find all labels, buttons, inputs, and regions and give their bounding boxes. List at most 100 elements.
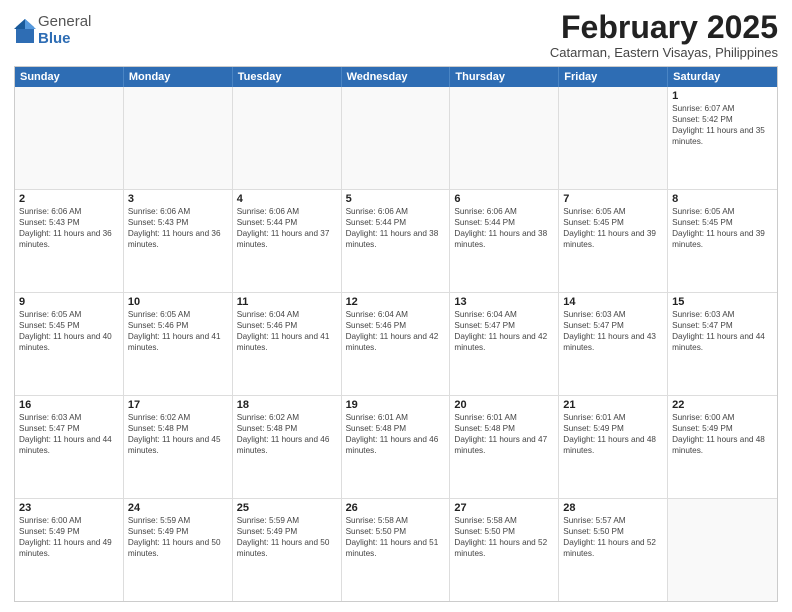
calendar-cell: 12Sunrise: 6:04 AMSunset: 5:46 PMDayligh… bbox=[342, 293, 451, 395]
day-info: Sunrise: 6:03 AMSunset: 5:47 PMDaylight:… bbox=[563, 309, 663, 353]
calendar-cell: 11Sunrise: 6:04 AMSunset: 5:46 PMDayligh… bbox=[233, 293, 342, 395]
day-number: 8 bbox=[672, 193, 773, 205]
day-info: Sunrise: 6:05 AMSunset: 5:45 PMDaylight:… bbox=[19, 309, 119, 353]
day-number: 3 bbox=[128, 193, 228, 205]
day-info: Sunrise: 6:02 AMSunset: 5:48 PMDaylight:… bbox=[237, 412, 337, 456]
calendar-cell: 13Sunrise: 6:04 AMSunset: 5:47 PMDayligh… bbox=[450, 293, 559, 395]
day-number: 17 bbox=[128, 399, 228, 411]
day-number: 20 bbox=[454, 399, 554, 411]
day-info: Sunrise: 6:06 AMSunset: 5:44 PMDaylight:… bbox=[346, 206, 446, 250]
calendar-cell bbox=[15, 87, 124, 189]
calendar-cell bbox=[668, 499, 777, 601]
day-info: Sunrise: 6:05 AMSunset: 5:45 PMDaylight:… bbox=[563, 206, 663, 250]
day-number: 16 bbox=[19, 399, 119, 411]
day-number: 23 bbox=[19, 502, 119, 514]
month-title: February 2025 bbox=[550, 10, 778, 45]
day-number: 24 bbox=[128, 502, 228, 514]
header-day-tuesday: Tuesday bbox=[233, 67, 342, 87]
day-number: 7 bbox=[563, 193, 663, 205]
calendar-cell bbox=[342, 87, 451, 189]
day-info: Sunrise: 5:58 AMSunset: 5:50 PMDaylight:… bbox=[454, 515, 554, 559]
calendar-week-3: 9Sunrise: 6:05 AMSunset: 5:45 PMDaylight… bbox=[15, 292, 777, 395]
calendar-week-5: 23Sunrise: 6:00 AMSunset: 5:49 PMDayligh… bbox=[15, 498, 777, 601]
page: General Blue February 2025 Catarman, Eas… bbox=[0, 0, 792, 612]
day-info: Sunrise: 6:06 AMSunset: 5:43 PMDaylight:… bbox=[19, 206, 119, 250]
day-info: Sunrise: 5:58 AMSunset: 5:50 PMDaylight:… bbox=[346, 515, 446, 559]
calendar-cell: 6Sunrise: 6:06 AMSunset: 5:44 PMDaylight… bbox=[450, 190, 559, 292]
day-number: 6 bbox=[454, 193, 554, 205]
calendar-cell: 21Sunrise: 6:01 AMSunset: 5:49 PMDayligh… bbox=[559, 396, 668, 498]
day-number: 13 bbox=[454, 296, 554, 308]
calendar-cell: 26Sunrise: 5:58 AMSunset: 5:50 PMDayligh… bbox=[342, 499, 451, 601]
day-number: 15 bbox=[672, 296, 773, 308]
calendar-cell: 19Sunrise: 6:01 AMSunset: 5:48 PMDayligh… bbox=[342, 396, 451, 498]
day-number: 12 bbox=[346, 296, 446, 308]
logo-text: General Blue bbox=[38, 14, 91, 47]
day-info: Sunrise: 6:03 AMSunset: 5:47 PMDaylight:… bbox=[672, 309, 773, 353]
calendar: SundayMondayTuesdayWednesdayThursdayFrid… bbox=[14, 66, 778, 602]
day-info: Sunrise: 6:01 AMSunset: 5:49 PMDaylight:… bbox=[563, 412, 663, 456]
day-info: Sunrise: 5:59 AMSunset: 5:49 PMDaylight:… bbox=[128, 515, 228, 559]
day-number: 4 bbox=[237, 193, 337, 205]
logo-blue-text: Blue bbox=[38, 31, 91, 48]
day-info: Sunrise: 6:01 AMSunset: 5:48 PMDaylight:… bbox=[454, 412, 554, 456]
calendar-body: 1Sunrise: 6:07 AMSunset: 5:42 PMDaylight… bbox=[15, 87, 777, 601]
logo: General Blue bbox=[14, 14, 91, 47]
day-number: 10 bbox=[128, 296, 228, 308]
calendar-cell: 15Sunrise: 6:03 AMSunset: 5:47 PMDayligh… bbox=[668, 293, 777, 395]
day-number: 25 bbox=[237, 502, 337, 514]
day-info: Sunrise: 6:04 AMSunset: 5:46 PMDaylight:… bbox=[237, 309, 337, 353]
header-day-wednesday: Wednesday bbox=[342, 67, 451, 87]
calendar-cell: 7Sunrise: 6:05 AMSunset: 5:45 PMDaylight… bbox=[559, 190, 668, 292]
calendar-cell bbox=[559, 87, 668, 189]
header-day-saturday: Saturday bbox=[668, 67, 777, 87]
calendar-cell bbox=[233, 87, 342, 189]
calendar-week-2: 2Sunrise: 6:06 AMSunset: 5:43 PMDaylight… bbox=[15, 189, 777, 292]
day-info: Sunrise: 6:05 AMSunset: 5:45 PMDaylight:… bbox=[672, 206, 773, 250]
calendar-cell: 1Sunrise: 6:07 AMSunset: 5:42 PMDaylight… bbox=[668, 87, 777, 189]
calendar-header: SundayMondayTuesdayWednesdayThursdayFrid… bbox=[15, 67, 777, 87]
calendar-week-4: 16Sunrise: 6:03 AMSunset: 5:47 PMDayligh… bbox=[15, 395, 777, 498]
day-info: Sunrise: 6:06 AMSunset: 5:43 PMDaylight:… bbox=[128, 206, 228, 250]
calendar-cell: 24Sunrise: 5:59 AMSunset: 5:49 PMDayligh… bbox=[124, 499, 233, 601]
day-number: 1 bbox=[672, 90, 773, 102]
day-info: Sunrise: 6:05 AMSunset: 5:46 PMDaylight:… bbox=[128, 309, 228, 353]
day-number: 11 bbox=[237, 296, 337, 308]
header-day-monday: Monday bbox=[124, 67, 233, 87]
day-info: Sunrise: 6:03 AMSunset: 5:47 PMDaylight:… bbox=[19, 412, 119, 456]
header: General Blue February 2025 Catarman, Eas… bbox=[14, 10, 778, 60]
calendar-cell: 2Sunrise: 6:06 AMSunset: 5:43 PMDaylight… bbox=[15, 190, 124, 292]
day-info: Sunrise: 6:04 AMSunset: 5:46 PMDaylight:… bbox=[346, 309, 446, 353]
day-info: Sunrise: 5:59 AMSunset: 5:49 PMDaylight:… bbox=[237, 515, 337, 559]
calendar-cell: 16Sunrise: 6:03 AMSunset: 5:47 PMDayligh… bbox=[15, 396, 124, 498]
day-info: Sunrise: 5:57 AMSunset: 5:50 PMDaylight:… bbox=[563, 515, 663, 559]
calendar-cell: 4Sunrise: 6:06 AMSunset: 5:44 PMDaylight… bbox=[233, 190, 342, 292]
calendar-week-1: 1Sunrise: 6:07 AMSunset: 5:42 PMDaylight… bbox=[15, 87, 777, 189]
day-number: 2 bbox=[19, 193, 119, 205]
day-number: 22 bbox=[672, 399, 773, 411]
calendar-cell bbox=[450, 87, 559, 189]
calendar-cell: 22Sunrise: 6:00 AMSunset: 5:49 PMDayligh… bbox=[668, 396, 777, 498]
day-info: Sunrise: 6:06 AMSunset: 5:44 PMDaylight:… bbox=[237, 206, 337, 250]
calendar-cell bbox=[124, 87, 233, 189]
calendar-cell: 23Sunrise: 6:00 AMSunset: 5:49 PMDayligh… bbox=[15, 499, 124, 601]
calendar-cell: 5Sunrise: 6:06 AMSunset: 5:44 PMDaylight… bbox=[342, 190, 451, 292]
day-info: Sunrise: 6:01 AMSunset: 5:48 PMDaylight:… bbox=[346, 412, 446, 456]
day-info: Sunrise: 6:02 AMSunset: 5:48 PMDaylight:… bbox=[128, 412, 228, 456]
location-subtitle: Catarman, Eastern Visayas, Philippines bbox=[550, 45, 778, 60]
calendar-cell: 25Sunrise: 5:59 AMSunset: 5:49 PMDayligh… bbox=[233, 499, 342, 601]
day-number: 18 bbox=[237, 399, 337, 411]
calendar-cell: 17Sunrise: 6:02 AMSunset: 5:48 PMDayligh… bbox=[124, 396, 233, 498]
header-day-thursday: Thursday bbox=[450, 67, 559, 87]
day-number: 28 bbox=[563, 502, 663, 514]
day-number: 9 bbox=[19, 296, 119, 308]
day-number: 19 bbox=[346, 399, 446, 411]
day-number: 5 bbox=[346, 193, 446, 205]
day-info: Sunrise: 6:07 AMSunset: 5:42 PMDaylight:… bbox=[672, 103, 773, 147]
calendar-cell: 8Sunrise: 6:05 AMSunset: 5:45 PMDaylight… bbox=[668, 190, 777, 292]
calendar-cell: 9Sunrise: 6:05 AMSunset: 5:45 PMDaylight… bbox=[15, 293, 124, 395]
calendar-cell: 10Sunrise: 6:05 AMSunset: 5:46 PMDayligh… bbox=[124, 293, 233, 395]
calendar-cell: 27Sunrise: 5:58 AMSunset: 5:50 PMDayligh… bbox=[450, 499, 559, 601]
day-info: Sunrise: 6:00 AMSunset: 5:49 PMDaylight:… bbox=[19, 515, 119, 559]
logo-general-text: General bbox=[38, 14, 91, 31]
